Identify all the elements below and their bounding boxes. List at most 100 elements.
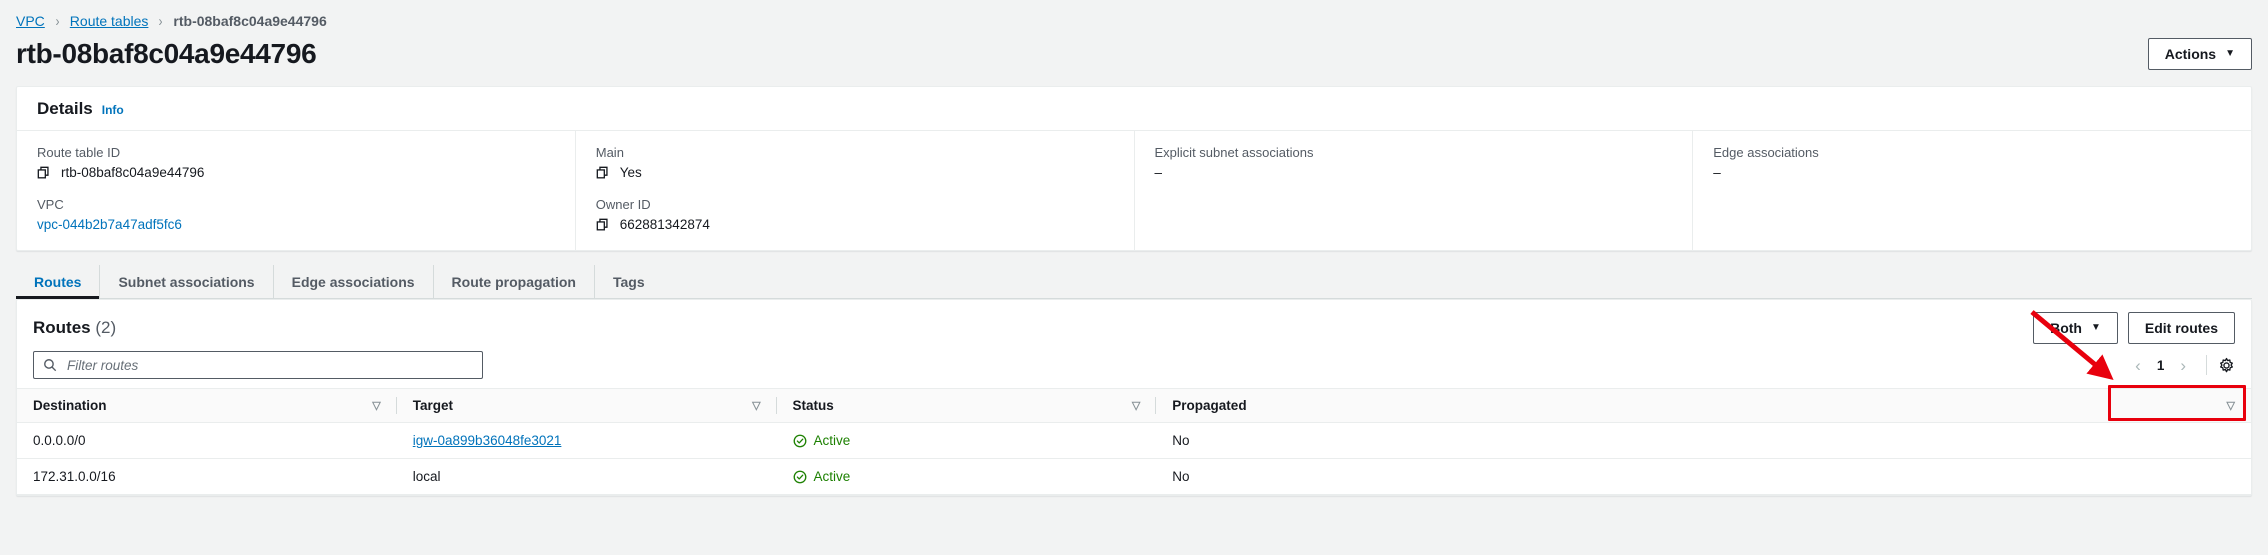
table-row[interactable]: 172.31.0.0/16 local Active No [17, 459, 2251, 495]
details-grid: Route table ID rtb-08baf8c04a9e44796 VPC… [17, 131, 2251, 250]
breadcrumb-separator-icon: › [55, 13, 59, 30]
tab-label: Routes [34, 274, 81, 290]
breadcrumb-separator-icon: › [159, 13, 163, 30]
actions-button-label: Actions [2165, 46, 2216, 62]
chevron-down-icon: ▼ [2225, 49, 2235, 59]
column-header-propagated[interactable]: Propagated ▽ [1156, 389, 2251, 423]
tab-bar: Routes Subnet associations Edge associat… [16, 265, 2252, 299]
copy-icon[interactable] [37, 166, 51, 180]
status-badge: Active [793, 469, 1141, 484]
column-header-label: Target [413, 398, 453, 413]
column-header-target[interactable]: Target ▽ [397, 389, 777, 423]
sort-icon[interactable]: ▽ [1132, 399, 1140, 412]
detail-value: rtb-08baf8c04a9e44796 [37, 165, 555, 180]
detail-label: Edge associations [1713, 145, 2231, 160]
page-header: rtb-08baf8c04a9e44796 Actions ▼ [0, 30, 2268, 74]
cell-status: Active [777, 459, 1157, 495]
route-table-detail-page: VPC › Route tables › rtb-08baf8c04a9e447… [0, 0, 2268, 555]
cell-target: igw-0a899b36048fe3021 [397, 423, 777, 459]
detail-value: Yes [596, 165, 1114, 180]
tab-edge-associations[interactable]: Edge associations [274, 265, 434, 298]
detail-field-vpc: VPC vpc-044b2b7a47adf5fc6 [37, 197, 555, 232]
sort-icon[interactable]: ▽ [372, 399, 380, 412]
column-header-status[interactable]: Status ▽ [777, 389, 1157, 423]
pagination-divider [2206, 355, 2207, 375]
sort-icon[interactable]: ▽ [752, 399, 760, 412]
tab-route-propagation[interactable]: Route propagation [434, 265, 595, 298]
detail-label: Main [596, 145, 1114, 160]
detail-label: Explicit subnet associations [1155, 145, 1673, 160]
check-circle-icon [793, 434, 807, 448]
routes-controls: ‹ 1 › [17, 344, 2251, 388]
sort-icon[interactable]: ▽ [2227, 399, 2235, 412]
routes-actions: Both ▼ Edit routes [2033, 312, 2235, 344]
detail-value-text: 662881342874 [620, 217, 710, 232]
detail-value-text: – [1155, 165, 1673, 180]
routes-panel: Routes (2) Both ▼ Edit routes [16, 299, 2252, 496]
column-header-label: Destination [33, 398, 107, 413]
breadcrumb-item-route-tables[interactable]: Route tables [70, 13, 149, 29]
cell-status: Active [777, 423, 1157, 459]
details-title: Details [37, 99, 93, 119]
tab-subnet-associations[interactable]: Subnet associations [100, 265, 273, 298]
detail-value-text: rtb-08baf8c04a9e44796 [61, 165, 204, 180]
details-column-3: Explicit subnet associations – [1135, 131, 1694, 250]
check-circle-icon [793, 470, 807, 484]
routes-table: Destination ▽ Target ▽ [17, 388, 2251, 495]
column-header-label: Propagated [1172, 398, 1246, 413]
pagination-prev-icon[interactable]: ‹ [2126, 357, 2150, 374]
detail-field-explicit-subnet-associations: Explicit subnet associations – [1155, 145, 1673, 180]
target-link[interactable]: igw-0a899b36048fe3021 [413, 433, 562, 448]
detail-label: Owner ID [596, 197, 1114, 212]
column-header-destination[interactable]: Destination ▽ [17, 389, 397, 423]
copy-icon[interactable] [596, 166, 610, 180]
filter-routes-search-box[interactable] [33, 351, 483, 379]
tab-tags[interactable]: Tags [595, 265, 663, 298]
pagination-next-icon[interactable]: › [2171, 357, 2195, 374]
details-panel-header: Details Info [17, 87, 2251, 131]
pagination-page-1[interactable]: 1 [2152, 358, 2170, 373]
routes-title-text: Routes [33, 318, 91, 337]
routes-table-body: 0.0.0.0/0 igw-0a899b36048fe3021 Active [17, 423, 2251, 495]
chevron-down-icon: ▼ [2091, 323, 2101, 333]
cell-propagated: No [1156, 423, 2251, 459]
search-input[interactable] [65, 357, 473, 374]
detail-value-vpc-link[interactable]: vpc-044b2b7a47adf5fc6 [37, 217, 555, 232]
copy-icon[interactable] [596, 218, 610, 232]
routes-panel-header: Routes (2) Both ▼ Edit routes [17, 300, 2251, 344]
edit-routes-button[interactable]: Edit routes [2128, 312, 2235, 344]
cell-propagated: No [1156, 459, 2251, 495]
tab-label: Route propagation [452, 274, 576, 290]
table-header-row: Destination ▽ Target ▽ [17, 389, 2251, 423]
pagination: ‹ 1 › [2126, 355, 2235, 375]
tab-label: Subnet associations [118, 274, 254, 290]
detail-value: 662881342874 [596, 217, 1114, 232]
breadcrumb-item-vpc[interactable]: VPC [16, 13, 45, 29]
detail-label: Route table ID [37, 145, 555, 160]
actions-button[interactable]: Actions ▼ [2148, 38, 2252, 70]
both-filter-dropdown[interactable]: Both ▼ [2033, 312, 2118, 344]
column-header-label: Status [793, 398, 834, 413]
routes-count: (2) [95, 318, 116, 337]
detail-field-owner-id: Owner ID 662881342874 [596, 197, 1114, 232]
gear-icon[interactable] [2218, 357, 2235, 374]
table-row[interactable]: 0.0.0.0/0 igw-0a899b36048fe3021 Active [17, 423, 2251, 459]
detail-field-route-table-id: Route table ID rtb-08baf8c04a9e44796 [37, 145, 555, 180]
both-filter-label: Both [2050, 320, 2082, 336]
cell-destination: 0.0.0.0/0 [17, 423, 397, 459]
status-badge: Active [793, 433, 1141, 448]
tab-routes[interactable]: Routes [16, 265, 100, 298]
search-icon [43, 358, 57, 372]
cell-destination: 172.31.0.0/16 [17, 459, 397, 495]
detail-value-text: – [1713, 165, 2231, 180]
details-panel: Details Info Route table ID rtb-08baf8c0… [16, 86, 2252, 251]
details-column-4: Edge associations – [1693, 131, 2251, 250]
details-column-2: Main Yes Owner ID [576, 131, 1135, 250]
status-text: Active [814, 469, 851, 484]
detail-label: VPC [37, 197, 555, 212]
details-info-link[interactable]: Info [102, 103, 124, 117]
tab-label: Edge associations [292, 274, 415, 290]
page-title: rtb-08baf8c04a9e44796 [16, 38, 316, 70]
details-column-1: Route table ID rtb-08baf8c04a9e44796 VPC… [17, 131, 576, 250]
tab-label: Tags [613, 274, 645, 290]
